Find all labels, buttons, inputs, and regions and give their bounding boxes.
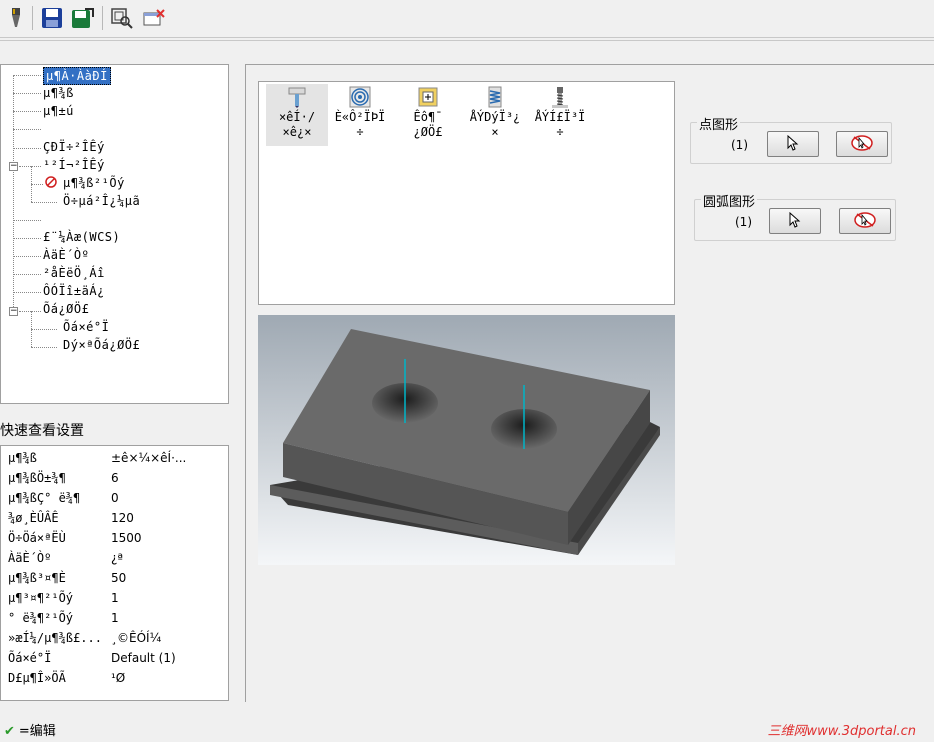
toolbar-divider	[0, 40, 934, 41]
status-bar: ✔ =编辑	[4, 720, 56, 739]
cursor-icon	[787, 134, 799, 154]
clear-arcs-button[interactable]	[839, 208, 891, 234]
quick-view-value: 1	[111, 591, 119, 605]
quick-view-value: ¹Ø	[111, 671, 126, 685]
quick-view-value: 1500	[111, 531, 142, 545]
quick-view-key: Õá×é°Ï	[8, 651, 52, 665]
parameter-tree: − − µ¶À·ÀàÐÍ µ¶¾ß µ¶±ú ÇÐÏ÷²ÎÊý ¹²Í¬²ÎÊý…	[0, 64, 229, 404]
operation-label: Êô¶¯ ¿ØÖ£	[413, 110, 443, 139]
toolbar	[0, 0, 934, 38]
point-geometry-title: 点图形	[697, 114, 741, 133]
torch-icon[interactable]	[4, 6, 28, 30]
operation-type-list: ×êÍ·/ ×ê¿× È«Ô²ÏÞÏ ÷ Êô¶¯ ¿ØÖ£ ÅÝDýÏ³¿ ×…	[258, 81, 675, 305]
point-geometry-group: 点图形 (1)	[690, 114, 892, 164]
clear-points-button[interactable]	[836, 131, 888, 157]
quick-view-key: Ö÷Öá×ªËÙ	[8, 531, 66, 545]
tree-item-tool-comp[interactable]: µ¶¾ß²¹Õý	[63, 175, 125, 191]
checkmark-icon: ✔	[4, 724, 15, 739]
arc-count: (1)	[735, 215, 752, 229]
operation-label: ÅÝÍ£Ï³Ï ÷	[534, 110, 586, 139]
status-text: =编辑	[18, 724, 56, 739]
quick-view-value: 0	[111, 491, 119, 505]
cursor-icon	[789, 211, 801, 231]
select-arcs-button[interactable]	[769, 208, 821, 234]
tap-icon	[549, 86, 571, 108]
point-count: (1)	[731, 138, 748, 152]
operation-circle-mill[interactable]: È«Ô²ÏÞÏ ÷	[329, 84, 391, 146]
quick-view-value: ±ê×¼×êÍ·...	[111, 451, 187, 465]
tree-item-misc-vars[interactable]: ÔÓÏî±äÁ¿	[43, 283, 105, 299]
quick-view-key: ÀäÈ´Òº	[8, 551, 52, 565]
quick-view-value: 1	[111, 611, 119, 625]
collapse-toggle-icon[interactable]: −	[9, 162, 18, 171]
spring-tap-icon	[484, 86, 506, 108]
drill-icon	[286, 86, 308, 108]
clear-selection-icon	[849, 134, 875, 155]
collapse-toggle-icon[interactable]: −	[9, 307, 18, 316]
tree-item-cutting-params[interactable]: ÇÐÏ÷²ÎÊý	[43, 139, 105, 155]
operation-mill[interactable]: Êô¶¯ ¿ØÖ£	[397, 84, 459, 146]
quick-view-value: 6	[111, 471, 119, 485]
operation-label: È«Ô²ÏÞÏ ÷	[334, 110, 386, 139]
tree-item-wcs[interactable]: £¨¼Àæ(WCS)	[43, 229, 120, 245]
quick-view-panel: µ¶¾ß ±ê×¼×êÍ·... µ¶¾ßÖ±¾¶ 6 µ¶¾ßÇ° ë¾¶ 0 ¾ø…	[0, 445, 229, 701]
tree-item-axis-combo[interactable]: Õá×é°Ï	[63, 319, 109, 335]
clear-selection-icon	[852, 211, 878, 232]
mill-icon	[417, 86, 439, 108]
select-points-button[interactable]	[767, 131, 819, 157]
operation-label: ÅÝDýÏ³¿ ×	[469, 110, 521, 139]
tree-item-coolant[interactable]: ÀäÈ´Òº	[43, 247, 89, 263]
tree-item-rotary-axis[interactable]: Dý×ªÕá¿ØÖ£	[63, 337, 140, 353]
tree-item-tool-type[interactable]: µ¶À·ÀàÐÍ	[43, 67, 111, 85]
quick-view-key: µ¶¾ßÇ° ë¾¶	[8, 491, 81, 505]
quick-view-value: ¿ª	[111, 551, 124, 565]
quick-view-value: ¸©ÊÓÍ¼	[111, 631, 162, 645]
quick-view-key: ° ë¾¶²¹Õý	[8, 611, 74, 625]
tree-item-common-params[interactable]: ¹²Í¬²ÎÊý	[43, 157, 105, 173]
disabled-icon	[45, 176, 57, 191]
quick-view-key: µ¶¾ßÖ±¾¶	[8, 471, 66, 485]
tree-item-ref-point[interactable]: Ö÷µá²Î¿¼µã	[63, 193, 140, 209]
save-as-icon[interactable]	[71, 6, 95, 30]
preview-icon[interactable]	[110, 6, 134, 30]
save-icon[interactable]	[40, 6, 64, 30]
part-preview-3d[interactable]	[258, 315, 675, 565]
arc-geometry-title: 圆弧图形	[701, 191, 758, 210]
quick-view-value: 50	[111, 571, 127, 585]
quick-view-key: D£µ¶Î»ÖÃ	[8, 671, 66, 685]
quick-view-key: ¾ø¸ÈÛÂÊ	[8, 511, 59, 525]
quick-view-key: µ¶¾ß	[8, 451, 37, 465]
quick-view-title: 快速查看设置	[0, 423, 84, 439]
quick-view-value: 120	[111, 511, 134, 525]
operation-label: ×êÍ·/ ×ê¿×	[278, 110, 316, 139]
spiral-icon	[349, 86, 371, 108]
tree-item-tool[interactable]: µ¶¾ß	[43, 85, 74, 101]
arc-geometry-group: 圆弧图形 (1)	[694, 191, 896, 241]
quick-view-key: »æÍ¼/µ¶¾ß£...	[8, 631, 102, 645]
tree-item-insert-cmd[interactable]: ²åÈëÖ¸Áî	[43, 265, 105, 281]
quick-view-value: Default (1)	[111, 651, 176, 665]
tree-item-holder[interactable]: µ¶±ú	[43, 103, 74, 119]
operation-tap[interactable]: ÅÝÍ£Ï³Ï ÷	[529, 84, 591, 146]
tree-item-axis-control[interactable]: Õá¿ØÖ£	[43, 301, 89, 317]
operation-spring-tap[interactable]: ÅÝDýÏ³¿ ×	[464, 84, 526, 146]
operation-drill[interactable]: ×êÍ·/ ×ê¿×	[266, 84, 328, 146]
quick-view-key: µ¶³¤¶²¹Õý	[8, 591, 74, 605]
close-icon[interactable]	[142, 6, 166, 30]
quick-view-key: µ¶¾ß³¤¶È	[8, 571, 66, 585]
watermark: 三维网www.3dportal.cn	[767, 724, 916, 739]
